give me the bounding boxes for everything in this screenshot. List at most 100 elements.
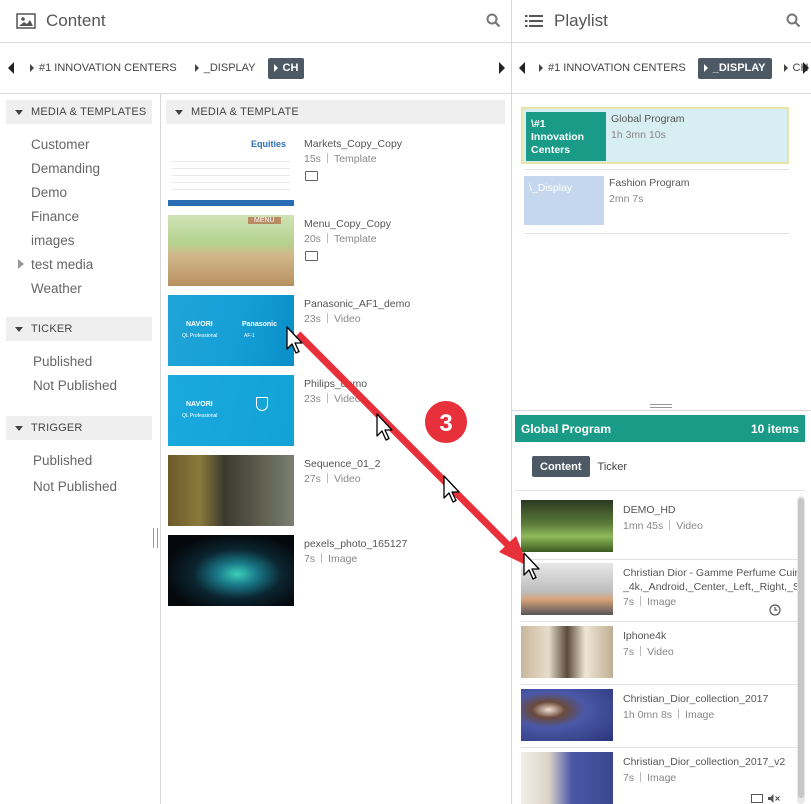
mute-icon	[768, 794, 780, 803]
breadcrumb-prev-icon[interactable]	[8, 62, 14, 74]
media-template-header[interactable]: MEDIA & TEMPLATE	[166, 100, 505, 124]
image-icon	[16, 13, 36, 29]
trigger-published[interactable]: Published	[33, 453, 92, 468]
divider	[512, 410, 811, 411]
media-item[interactable]: Equities Markets_Copy_Copy 15s Template	[168, 135, 498, 207]
trigger-not-published[interactable]: Not Published	[33, 479, 117, 494]
search-icon[interactable]	[486, 13, 501, 28]
list-icon	[525, 15, 543, 27]
tab-ticker[interactable]: Ticker	[590, 456, 636, 477]
playlist-item[interactable]: DEMO_HD 1mn 45s Video	[521, 500, 800, 556]
divider	[511, 0, 512, 804]
divider	[521, 559, 800, 560]
media-item[interactable]: MENU Menu_Copy_Copy 20s Template	[168, 215, 498, 287]
program-duration: 1h 3mn 10s	[611, 129, 666, 141]
media-item[interactable]: pexels_photo_165127 7s Image	[168, 535, 498, 607]
scrollbar-thumb[interactable]	[798, 498, 804, 798]
media-thumbnail	[168, 455, 294, 526]
media-meta: 7s Image	[304, 553, 358, 565]
divider	[521, 684, 800, 685]
breadcrumb-item[interactable]: _DISPLAY	[189, 58, 262, 79]
playlist-item[interactable]: Christian_Dior_collection_2017_v2 7s Imag…	[521, 752, 800, 804]
folder-images[interactable]: images	[31, 233, 75, 248]
breadcrumb-item-active[interactable]: CH	[267, 57, 305, 79]
resize-handle[interactable]	[153, 528, 158, 548]
divider	[525, 233, 789, 234]
item-meta: 1mn 45s Video	[623, 520, 703, 532]
selected-program-name: Global Program	[521, 421, 612, 436]
breadcrumb-item-active[interactable]: _DISPLAY	[697, 57, 772, 79]
playlist-scrollbar[interactable]	[797, 496, 805, 804]
program-name: Fashion Program	[609, 177, 690, 189]
thumb-sub2: AF-1	[244, 333, 255, 339]
thumb-brand: NAVORI	[186, 321, 213, 328]
media-meta: 23s Video	[304, 393, 361, 405]
thumb-sub: QL Professional	[182, 333, 218, 339]
media-thumbnail: MENU	[168, 215, 294, 286]
program-fashion[interactable]: \_Display Fashion Program 2mn 7s	[521, 173, 789, 230]
search-icon[interactable]	[786, 13, 801, 28]
cast-icon	[751, 794, 763, 803]
item-name: Christian_Dior_collection_2017	[623, 693, 769, 705]
folder-test-media[interactable]: test media	[18, 257, 93, 272]
tab-content[interactable]: Content	[532, 456, 590, 477]
folder-customer[interactable]: Customer	[31, 137, 90, 152]
thumb-label: MENU	[248, 217, 281, 224]
content-breadcrumb: #1 INNOVATION CENTERS _DISPLAY CH	[0, 43, 511, 94]
divider	[521, 747, 800, 748]
folder-demanding[interactable]: Demanding	[31, 161, 100, 176]
media-name: Menu_Copy_Copy	[304, 218, 391, 230]
program-global[interactable]: \#1 Innovation Centers Global Program 1h…	[521, 107, 789, 164]
thumb-brand: NAVORI	[186, 401, 213, 408]
breadcrumb-next-icon[interactable]	[499, 62, 505, 74]
media-meta: 23s Video	[304, 313, 361, 325]
ticker-not-published[interactable]: Not Published	[33, 378, 117, 393]
item-meta: 1h 0mn 8s Image	[623, 709, 715, 721]
item-meta: 7s Image	[623, 596, 677, 608]
item-thumbnail	[521, 752, 613, 804]
item-name: Christian Dior - Gamme Perfume Cuir	[623, 567, 799, 579]
playlist-item[interactable]: Christian Dior - Gamme Perfume Cuir _4k,…	[521, 563, 800, 619]
split-handle[interactable]	[650, 404, 672, 408]
expand-icon[interactable]	[18, 259, 24, 269]
item-name-cont: _4k,_Android,_Center,_Left,_Right,_San	[623, 581, 800, 593]
section-media-templates[interactable]: MEDIA & TEMPLATES	[6, 100, 152, 124]
playlist-item[interactable]: Christian_Dior_collection_2017 1h 0mn 8s…	[521, 689, 800, 745]
media-item[interactable]: NAVORI QL Professional Philips_demo 23s V…	[168, 375, 498, 447]
media-name: pexels_photo_165127	[304, 538, 408, 550]
item-name: Christian_Dior_collection_2017_v2	[623, 756, 786, 768]
section-trigger[interactable]: TRIGGER	[6, 416, 152, 440]
playlist-item[interactable]: Iphone4k 7s Video	[521, 626, 800, 682]
ticker-published[interactable]: Published	[33, 354, 92, 369]
media-item[interactable]: NAVORI QL Professional Panasonic AF-1 Pa…	[168, 295, 498, 367]
content-title: Content	[46, 11, 106, 30]
thumb-brand2: Panasonic	[242, 321, 278, 328]
item-name: Iphone4k	[623, 630, 667, 642]
section-ticker[interactable]: TICKER	[6, 317, 152, 341]
media-thumbnail: NAVORI QL Professional	[168, 375, 294, 446]
breadcrumb-next-icon[interactable]	[803, 62, 809, 74]
program-name: Global Program	[611, 113, 685, 125]
media-meta: 27s Video	[304, 473, 361, 485]
program-duration: 2mn 7s	[609, 193, 644, 205]
divider	[521, 621, 800, 622]
item-meta: 7s Video	[623, 646, 674, 658]
breadcrumb-prev-icon[interactable]	[519, 62, 525, 74]
thumb-table	[172, 155, 290, 195]
media-name: Philips_demo	[304, 378, 368, 390]
breadcrumb-item[interactable]: #1 INNOVATION CENTERS	[533, 58, 692, 79]
folder-finance[interactable]: Finance	[31, 209, 79, 224]
thumb-title: Equities	[250, 139, 286, 149]
item-thumbnail	[521, 563, 613, 615]
folder-demo[interactable]: Demo	[31, 185, 67, 200]
item-thumbnail	[521, 626, 613, 678]
playlist-title: Playlist	[554, 11, 608, 30]
media-item[interactable]: Sequence_01_2 27s Video	[168, 455, 498, 527]
media-name: Panasonic_AF1_demo	[304, 298, 411, 310]
item-name: DEMO_HD	[623, 504, 676, 516]
playlist-breadcrumb: #1 INNOVATION CENTERS _DISPLAY CH	[512, 43, 811, 94]
breadcrumb-item[interactable]: #1 INNOVATION CENTERS	[24, 58, 183, 79]
folder-weather[interactable]: Weather	[31, 281, 82, 296]
item-meta: 7s Image	[623, 772, 677, 784]
item-thumbnail	[521, 689, 613, 741]
